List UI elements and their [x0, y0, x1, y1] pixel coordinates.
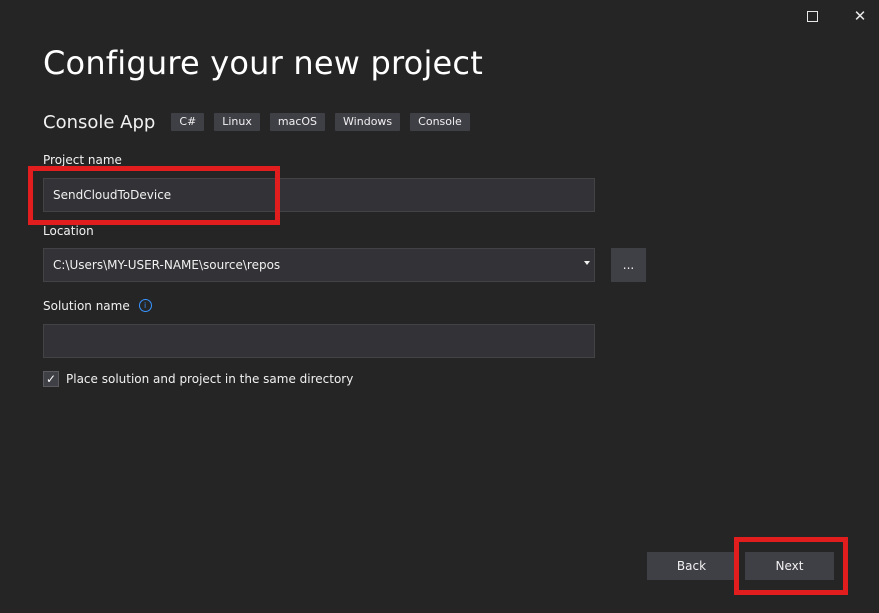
location-value: C:\Users\MY-USER-NAME\source\repos [53, 258, 281, 272]
project-name-input[interactable]: SendCloudToDevice [43, 178, 595, 212]
template-name: Console App [43, 111, 156, 133]
tag-platform-macos: macOS [269, 113, 326, 131]
info-icon[interactable]: i [138, 299, 152, 312]
solution-name-label: Solution name [43, 299, 130, 313]
solution-name-input[interactable] [43, 324, 595, 358]
back-button[interactable]: Back [647, 552, 736, 580]
tag-platform-windows: Windows [335, 113, 401, 131]
dropdown-arrow-icon[interactable] [584, 261, 590, 265]
close-button[interactable]: ✕ [837, 0, 879, 32]
same-directory-label: Place solution and project in the same d… [66, 372, 354, 386]
configure-project-dialog: ✕ Configure your new project Console App… [0, 0, 879, 613]
next-button[interactable]: Next [745, 552, 834, 580]
solution-name-label-row: Solution name i [43, 299, 152, 313]
tag-language: C# [171, 113, 205, 131]
tag-project-type: Console [410, 113, 470, 131]
same-directory-option[interactable]: ✓ Place solution and project in the same… [43, 371, 353, 387]
close-icon: ✕ [853, 6, 867, 25]
template-summary: Console App C# Linux macOS Windows Conso… [43, 109, 480, 135]
maximize-icon [806, 10, 818, 22]
project-name-value: SendCloudToDevice [53, 188, 172, 202]
browse-button[interactable]: ... [611, 248, 646, 282]
tag-platform-linux: Linux [214, 113, 260, 131]
same-directory-checkbox[interactable]: ✓ [43, 371, 59, 387]
location-combobox[interactable]: C:\Users\MY-USER-NAME\source\repos [43, 248, 595, 282]
checkmark-icon: ✓ [45, 372, 57, 386]
page-title: Configure your new project [43, 44, 483, 82]
project-name-label: Project name [43, 153, 122, 167]
maximize-button[interactable] [789, 0, 835, 32]
location-label: Location [43, 224, 94, 238]
